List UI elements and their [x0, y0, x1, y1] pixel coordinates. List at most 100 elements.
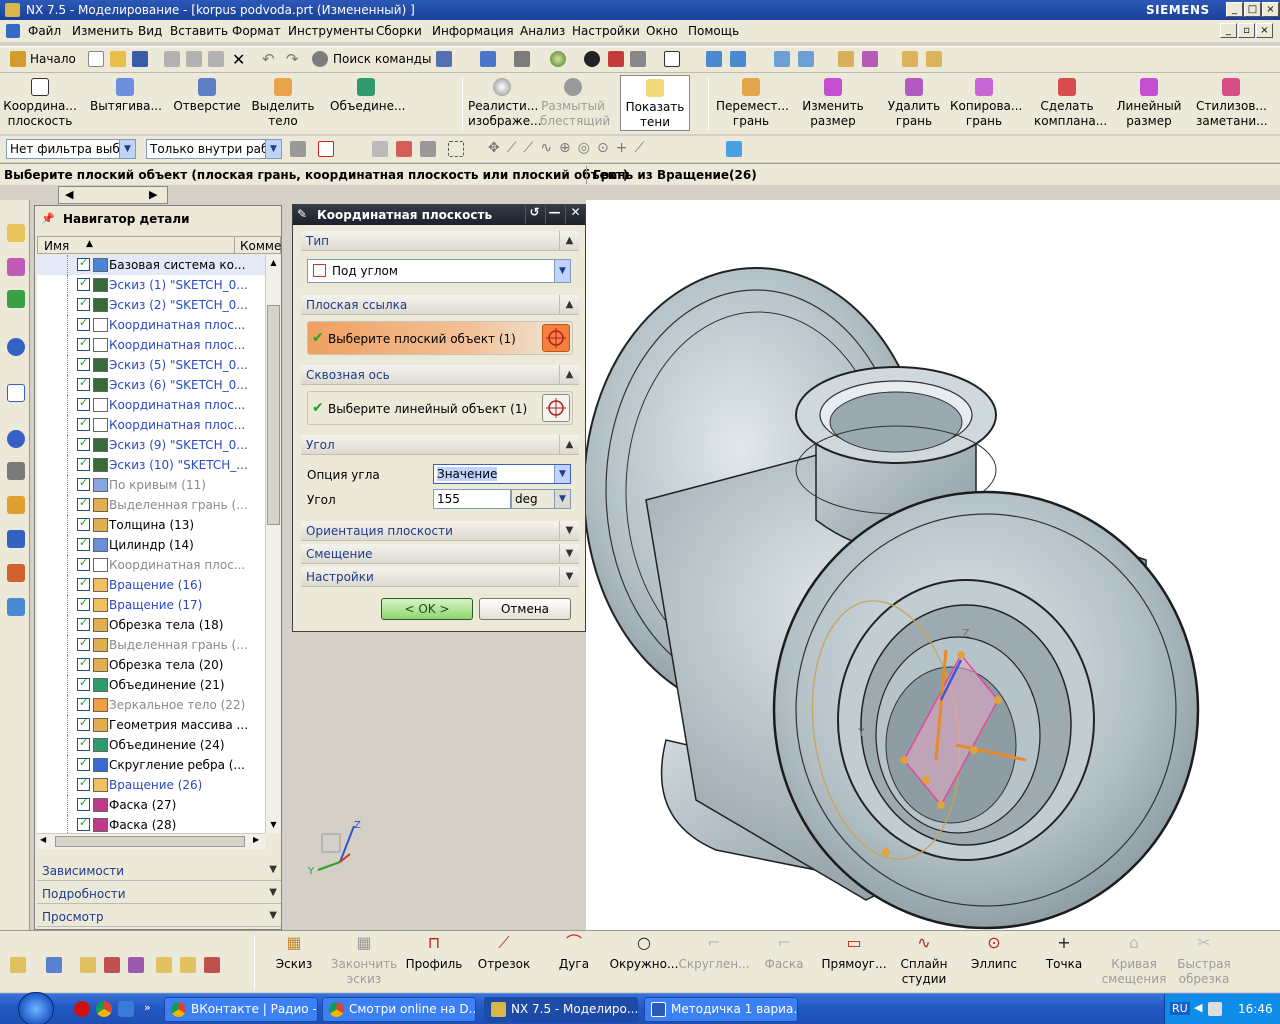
filter-settings-icon[interactable]: [290, 141, 306, 157]
snap-point-icon[interactable]: [318, 141, 334, 157]
clock[interactable]: 16:46: [1238, 1002, 1273, 1016]
rectangle-button[interactable]: ▭ Прямоуг...: [818, 935, 890, 972]
tree-row[interactable]: Координатная плос...: [37, 335, 267, 355]
tree-row[interactable]: Скругление ребра (...: [37, 755, 267, 775]
chevron-down-icon[interactable]: ▼: [554, 490, 570, 508]
select-face-icon[interactable]: [420, 141, 436, 157]
history-tab-icon[interactable]: [7, 430, 25, 448]
delete-face-button[interactable]: Удалить грань: [884, 75, 944, 129]
menu-window[interactable]: Окно: [646, 24, 678, 38]
pin-icon[interactable]: 📌: [41, 212, 55, 225]
start-button[interactable]: Начало: [30, 52, 76, 66]
tree-row[interactable]: Эскиз (1) "SKETCH_0...: [37, 275, 267, 295]
tree-row[interactable]: Выделенная грань (...: [37, 635, 267, 655]
orientation-section-header[interactable]: Ориентация плоскости ▼: [301, 521, 579, 541]
ok-button[interactable]: < OK >: [381, 598, 473, 620]
make-coplanar-button[interactable]: Сделать компланa...: [1034, 75, 1107, 129]
finish-sketch-button[interactable]: ▦ Закончить эскиз: [328, 935, 400, 987]
menu-edit[interactable]: Изменить: [72, 24, 134, 38]
wcs-icon[interactable]: [706, 51, 722, 67]
offset-section-header[interactable]: Смещение ▼: [301, 544, 579, 564]
type-filter-dropdown[interactable]: Нет фильтра выбор ▼: [6, 139, 136, 159]
feature-group-icon[interactable]: [180, 957, 196, 973]
tree-row[interactable]: Выделенная грань (...: [37, 495, 267, 515]
doc-close-button[interactable]: ×: [1256, 23, 1273, 38]
menu-insert[interactable]: Вставить: [170, 24, 228, 38]
tree-row[interactable]: Зеркальное тело (22): [37, 695, 267, 715]
col-name[interactable]: Имя: [44, 239, 69, 253]
visibility-checkbox[interactable]: [77, 536, 90, 551]
background-icon[interactable]: [664, 51, 680, 67]
visibility-checkbox[interactable]: [77, 416, 90, 431]
command-finder-button[interactable]: Поиск команды: [333, 52, 431, 66]
scope-filter-dropdown[interactable]: Только внутри рабо ▼: [146, 139, 282, 159]
settings-section-header[interactable]: Настройки ▼: [301, 567, 579, 587]
tree-row[interactable]: Базовая система ко...: [37, 255, 267, 275]
move-face-button[interactable]: Перемест... грань: [716, 75, 789, 129]
visibility-checkbox[interactable]: [77, 796, 90, 811]
offset-curve-button[interactable]: ⌂ Кривая смещения: [1098, 935, 1170, 987]
extrude-button[interactable]: Вытягива...: [90, 75, 162, 114]
line-button[interactable]: ⟋ Отрезок: [468, 935, 540, 972]
h-scroll-thumb[interactable]: [55, 836, 245, 847]
shaded-cube-icon[interactable]: [630, 51, 646, 67]
open-folder-icon[interactable]: [110, 51, 126, 67]
sketch-button[interactable]: ▦ Эскиз: [258, 935, 330, 972]
scroll-up-icon[interactable]: ▲: [266, 255, 281, 270]
analysis-icon[interactable]: [798, 51, 814, 67]
edge-display-icon[interactable]: [608, 51, 624, 67]
details-panel[interactable]: Подробности ▼: [37, 883, 281, 904]
chamfer-button[interactable]: ⌐ Фаска: [748, 935, 820, 972]
visibility-checkbox[interactable]: [77, 336, 90, 351]
visibility-checkbox[interactable]: [77, 256, 90, 271]
roles-tab-icon[interactable]: [7, 564, 25, 582]
menu-preferences[interactable]: Настройки: [572, 24, 640, 38]
delete-icon[interactable]: ✕: [232, 50, 245, 69]
edit-object-icon[interactable]: [80, 957, 96, 973]
maximize-button[interactable]: □: [1244, 2, 1261, 17]
ellipse-button[interactable]: ⊙ Эллипс: [958, 935, 1030, 972]
blurred-glossy-button[interactable]: Размытый блестящий: [540, 75, 610, 129]
rectangle-select-icon[interactable]: [448, 141, 464, 157]
hole-button[interactable]: Отверстие: [172, 75, 242, 114]
visibility-checkbox[interactable]: [77, 356, 90, 371]
tree-row[interactable]: Вращение (17): [37, 595, 267, 615]
menu-format[interactable]: Формат: [232, 24, 281, 38]
process-studio-tab-icon[interactable]: [7, 496, 25, 514]
plane-ref-section-header[interactable]: Плоская ссылка ▲: [301, 295, 579, 315]
extract-body-button[interactable]: Выделить тело: [250, 75, 316, 129]
chevron-down-icon[interactable]: ▼: [554, 465, 570, 483]
preview-panel[interactable]: Просмотр ▼: [37, 906, 281, 927]
chevron-up-icon[interactable]: ▲: [559, 365, 579, 384]
visibility-checkbox[interactable]: [77, 376, 90, 391]
tree-row[interactable]: Эскиз (6) "SKETCH_0...: [37, 375, 267, 395]
fillet-button[interactable]: ⌐ Скруглен...: [678, 935, 750, 972]
tree-row[interactable]: Цилиндр (14): [37, 535, 267, 555]
resize-button[interactable]: Изменить размер: [800, 75, 866, 129]
collapse-icon[interactable]: —: [545, 205, 563, 224]
tree-row[interactable]: Координатная плос...: [37, 555, 267, 575]
datum-plane-button[interactable]: Координа... плоскость: [2, 75, 78, 129]
doc-minimize-button[interactable]: _: [1220, 23, 1237, 38]
attributes-icon[interactable]: [204, 957, 220, 973]
scroll-right-icon[interactable]: ▶: [149, 188, 157, 201]
graphics-window[interactable]: Z Y: [586, 200, 1280, 930]
tree-row[interactable]: Толщина (13): [37, 515, 267, 535]
visibility-checkbox[interactable]: [77, 296, 90, 311]
horizontal-scrollbar[interactable]: ◀ ▶: [37, 833, 265, 849]
visibility-checkbox[interactable]: [77, 496, 90, 511]
tree-row[interactable]: Обрезка тела (18): [37, 615, 267, 635]
paste-icon[interactable]: [208, 51, 224, 67]
cut-icon[interactable]: [164, 51, 180, 67]
visibility-checkbox[interactable]: [77, 396, 90, 411]
part-model-view[interactable]: Z Y: [586, 200, 1280, 930]
arc-button[interactable]: ⌒ Дуга: [538, 935, 610, 972]
visibility-checkbox[interactable]: [77, 516, 90, 531]
chevron-up-icon[interactable]: ▲: [559, 231, 579, 250]
linear-dimension-button[interactable]: Линейный размер: [1116, 75, 1182, 129]
render-style-icon[interactable]: [584, 51, 600, 67]
scroll-left-icon[interactable]: ◀: [40, 835, 46, 844]
visibility-checkbox[interactable]: [77, 636, 90, 651]
part-navigator-tab-icon[interactable]: [7, 290, 25, 308]
redo-icon[interactable]: ↷: [286, 50, 299, 68]
